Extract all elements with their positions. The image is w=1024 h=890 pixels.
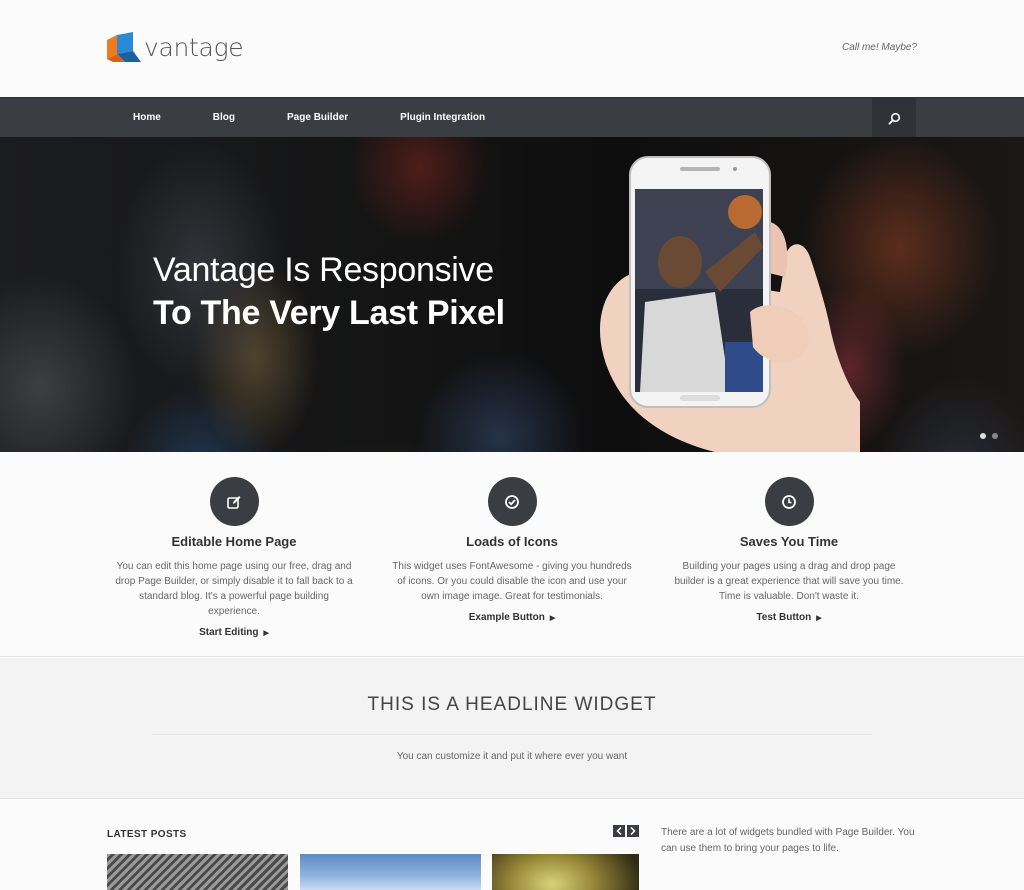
hero-title-line2: To The Very Last Pixel: [153, 294, 505, 332]
post-thumbnail-3[interactable]: [492, 854, 639, 890]
posts-carousel-controls: [613, 825, 639, 837]
search-icon: [888, 112, 900, 125]
nav-item-plugin-integration[interactable]: Plugin Integration: [374, 98, 511, 138]
feature-link-label: Test Button: [756, 612, 812, 623]
feature-title: Loads of Icons: [466, 534, 558, 549]
search-button[interactable]: [872, 98, 916, 138]
feature-text: Building your pages using a drag and dro…: [674, 561, 904, 602]
clock-icon: [782, 494, 796, 509]
hero-slider: Vantage Is Responsive To The Very Last P…: [0, 137, 1024, 452]
start-editing-link[interactable]: Start Editing ▶: [199, 627, 269, 638]
features-section: Editable Home Page You can edit this hom…: [0, 452, 1024, 657]
latest-posts-title: LATEST POSTS: [107, 829, 187, 840]
carousel-next-button[interactable]: [627, 825, 639, 837]
feature-title: Editable Home Page: [171, 534, 297, 549]
nav-item-page-builder[interactable]: Page Builder: [261, 98, 374, 138]
nav-menu: Home Blog Page Builder Plugin Integratio…: [107, 98, 511, 138]
feature-link-label: Start Editing: [199, 627, 259, 638]
feature-loads-of-icons: Loads of Icons This widget uses FontAwes…: [392, 452, 632, 625]
feature-saves-you-time: Saves You Time Building your pages using…: [669, 452, 909, 625]
feature-icon-circle[interactable]: [487, 477, 537, 526]
site-tagline: Call me! Maybe?: [841, 42, 917, 53]
latest-posts-section: LATEST POSTS There are a lot of widgets …: [0, 800, 1024, 890]
feature-icon-circle[interactable]: [764, 477, 814, 526]
feature-link-label: Example Button: [468, 612, 545, 623]
slider-pagination: [980, 433, 998, 439]
chevron-left-icon: [616, 827, 622, 835]
feature-icon-circle[interactable]: [209, 477, 259, 526]
check-circle-icon: [505, 494, 519, 509]
carousel-prev-button[interactable]: [613, 825, 625, 837]
site-header: vantage Call me! Maybe?: [0, 0, 1024, 97]
logo-text: vantage: [144, 32, 244, 62]
feature-editable-home-page: Editable Home Page You can edit this hom…: [114, 452, 354, 640]
hero-title-line1: Vantage Is Responsive: [153, 251, 494, 289]
hero-phone-in-hand-image: [600, 156, 860, 452]
caret-right-icon: ▶: [263, 629, 269, 637]
chevron-right-icon: [630, 827, 636, 835]
feature-text: This widget uses FontAwesome - giving yo…: [392, 561, 632, 602]
post-thumbnail-2[interactable]: [300, 854, 481, 890]
caret-right-icon: ▶: [549, 614, 556, 622]
headline-divider: [152, 734, 872, 735]
page: vantage Call me! Maybe? Home Blog Page B…: [0, 0, 1024, 890]
headline-subtitle: You can customize it and put it where ev…: [396, 751, 628, 762]
test-button-link[interactable]: Test Button ▶: [756, 612, 821, 623]
caret-right-icon: ▶: [816, 614, 822, 622]
example-button-link[interactable]: Example Button ▶: [469, 612, 556, 623]
main-navigation: Home Blog Page Builder Plugin Integratio…: [0, 97, 1024, 138]
post-thumbnail-1[interactable]: [107, 854, 288, 890]
feature-title: Saves You Time: [739, 534, 839, 549]
slider-dot-1[interactable]: [980, 433, 986, 439]
site-logo[interactable]: vantage: [107, 32, 244, 62]
sidebar-widget-text: There are a lot of widgets bundled with …: [661, 827, 915, 854]
edit-icon: [227, 495, 241, 509]
logo-mark-icon: [107, 32, 141, 62]
headline-title: THIS IS A HEADLINE WIDGET: [367, 694, 657, 715]
nav-item-blog[interactable]: Blog: [187, 98, 261, 138]
headline-widget: THIS IS A HEADLINE WIDGET You can custom…: [0, 658, 1024, 799]
slider-dot-2[interactable]: [992, 433, 998, 439]
nav-item-home[interactable]: Home: [107, 98, 187, 138]
feature-text: You can edit this home page using our fr…: [115, 561, 353, 617]
